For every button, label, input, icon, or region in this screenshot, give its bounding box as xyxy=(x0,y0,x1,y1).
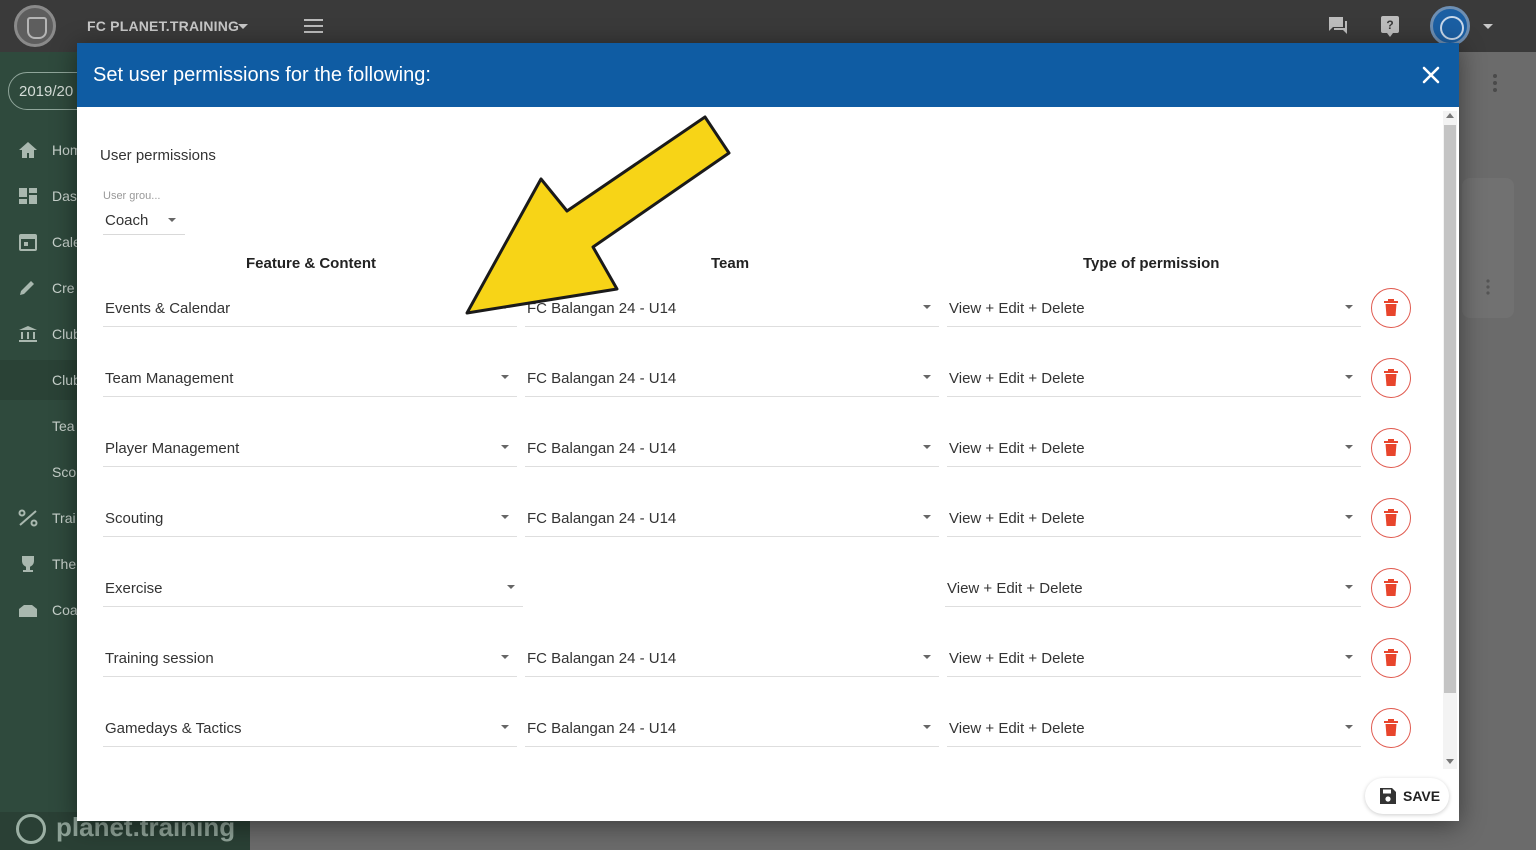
trash-icon xyxy=(1384,369,1398,386)
feature-select[interactable]: Scouting xyxy=(103,497,517,537)
team-select[interactable]: FC Balangan 24 - U14 xyxy=(525,637,939,677)
save-button[interactable]: SAVE xyxy=(1365,778,1449,814)
chevron-down-icon xyxy=(1345,585,1353,589)
dialog-title: Set user permissions for the following: xyxy=(93,64,431,86)
chevron-down-icon xyxy=(501,375,509,379)
permission-type-select[interactable]: View + Edit + Delete xyxy=(945,567,1361,607)
user-group-select[interactable]: Coach xyxy=(103,205,185,235)
user-group-value: Coach xyxy=(105,212,149,229)
chevron-down-icon xyxy=(923,515,931,519)
chevron-down-icon xyxy=(501,445,509,449)
chevron-down-icon[interactable] xyxy=(1483,24,1493,29)
permission-row: Training session FC Balangan 24 - U14 Vi… xyxy=(77,637,1427,697)
chevron-down-icon xyxy=(1345,655,1353,659)
permission-type-select[interactable]: View + Edit + Delete xyxy=(947,287,1361,327)
chevron-down-icon xyxy=(923,445,931,449)
scroll-up-icon[interactable] xyxy=(1446,113,1454,118)
feature-select[interactable]: Events & Calendar xyxy=(103,287,517,327)
more-vert-icon[interactable] xyxy=(1484,72,1506,94)
dialog-scrollbar[interactable] xyxy=(1443,111,1457,769)
annotation-arrow-icon xyxy=(465,115,731,315)
chevron-down-icon xyxy=(923,725,931,729)
trash-icon xyxy=(1384,719,1398,736)
chevron-down-icon xyxy=(501,515,509,519)
chat-icon[interactable] xyxy=(1326,14,1350,38)
club-logo-icon[interactable] xyxy=(14,5,56,47)
dialog-header: Set user permissions for the following: xyxy=(77,43,1459,107)
trash-icon xyxy=(1384,299,1398,316)
chevron-down-icon[interactable] xyxy=(238,24,248,29)
permission-row: Player Management FC Balangan 24 - U14 V… xyxy=(77,427,1427,487)
chevron-down-icon xyxy=(501,725,509,729)
permission-row: Gamedays & Tactics FC Balangan 24 - U14 … xyxy=(77,707,1427,767)
pencil-icon xyxy=(20,281,34,295)
chevron-down-icon xyxy=(1345,515,1353,519)
delete-row-button[interactable] xyxy=(1371,708,1411,748)
training-icon xyxy=(18,509,38,527)
feature-select[interactable]: Training session xyxy=(103,637,517,677)
save-icon xyxy=(1380,788,1396,804)
section-title: User permissions xyxy=(100,147,216,164)
chevron-down-icon xyxy=(1345,725,1353,729)
user-avatar[interactable] xyxy=(1430,6,1470,46)
planet-logo-icon xyxy=(16,814,46,844)
delete-row-button[interactable] xyxy=(1371,358,1411,398)
permission-row: Scouting FC Balangan 24 - U14 View + Edi… xyxy=(77,497,1427,557)
delete-row-button[interactable] xyxy=(1371,638,1411,678)
permission-row: Exercise View + Edit + Delete xyxy=(77,567,1427,627)
delete-row-button[interactable] xyxy=(1371,428,1411,468)
team-select[interactable]: FC Balangan 24 - U14 xyxy=(525,357,939,397)
close-icon[interactable] xyxy=(1415,59,1447,91)
permission-type-select[interactable]: View + Edit + Delete xyxy=(947,497,1361,537)
column-header-feature: Feature & Content xyxy=(246,255,377,272)
delete-row-button[interactable] xyxy=(1371,568,1411,608)
chevron-down-icon xyxy=(923,655,931,659)
chevron-down-icon xyxy=(1345,375,1353,379)
scroll-down-icon[interactable] xyxy=(1446,759,1454,764)
permission-type-select[interactable]: View + Edit + Delete xyxy=(947,637,1361,677)
home-icon xyxy=(19,142,37,158)
delete-row-button[interactable] xyxy=(1371,498,1411,538)
chevron-down-icon xyxy=(501,655,509,659)
trash-icon xyxy=(1384,509,1398,526)
chevron-down-icon xyxy=(1345,445,1353,449)
feature-select[interactable]: Gamedays & Tactics xyxy=(103,707,517,747)
more-vert-icon[interactable] xyxy=(1482,278,1494,296)
permission-type-select[interactable]: View + Edit + Delete xyxy=(947,357,1361,397)
chevron-down-icon xyxy=(923,375,931,379)
chevron-down-icon xyxy=(923,305,931,309)
permission-row: Team Management FC Balangan 24 - U14 Vie… xyxy=(77,357,1427,417)
app-title[interactable]: FC PLANET.TRAINING xyxy=(87,18,239,34)
permission-type-select[interactable]: View + Edit + Delete xyxy=(947,427,1361,467)
feature-select[interactable]: Exercise xyxy=(103,567,523,607)
chevron-down-icon xyxy=(168,218,176,222)
coach-icon xyxy=(19,605,37,617)
scrollbar-thumb[interactable] xyxy=(1444,125,1456,693)
calendar-icon xyxy=(19,234,37,251)
permissions-dialog: Set user permissions for the following: … xyxy=(77,43,1459,821)
user-group-label: User grou... xyxy=(103,190,161,202)
permission-type-select[interactable]: View + Edit + Delete xyxy=(947,707,1361,747)
background-card xyxy=(1462,178,1514,318)
club-icon xyxy=(19,326,37,342)
help-icon[interactable]: ? xyxy=(1378,14,1402,38)
menu-icon[interactable] xyxy=(304,19,323,33)
chevron-down-icon xyxy=(1345,305,1353,309)
team-select[interactable]: FC Balangan 24 - U14 xyxy=(525,427,939,467)
trash-icon xyxy=(1384,649,1398,666)
delete-row-button[interactable] xyxy=(1371,288,1411,328)
chevron-down-icon xyxy=(507,585,515,589)
column-header-permission: Type of permission xyxy=(1083,255,1220,272)
feature-select[interactable]: Team Management xyxy=(103,357,517,397)
team-select[interactable]: FC Balangan 24 - U14 xyxy=(525,707,939,747)
svg-text:?: ? xyxy=(1386,18,1393,32)
feature-select[interactable]: Player Management xyxy=(103,427,517,467)
team-select[interactable]: FC Balangan 24 - U14 xyxy=(525,497,939,537)
trophy-icon xyxy=(22,556,34,572)
permission-row: Events & Calendar FC Balangan 24 - U14 V… xyxy=(77,287,1427,347)
dashboard-icon xyxy=(19,188,37,204)
trash-icon xyxy=(1384,579,1398,596)
trash-icon xyxy=(1384,439,1398,456)
